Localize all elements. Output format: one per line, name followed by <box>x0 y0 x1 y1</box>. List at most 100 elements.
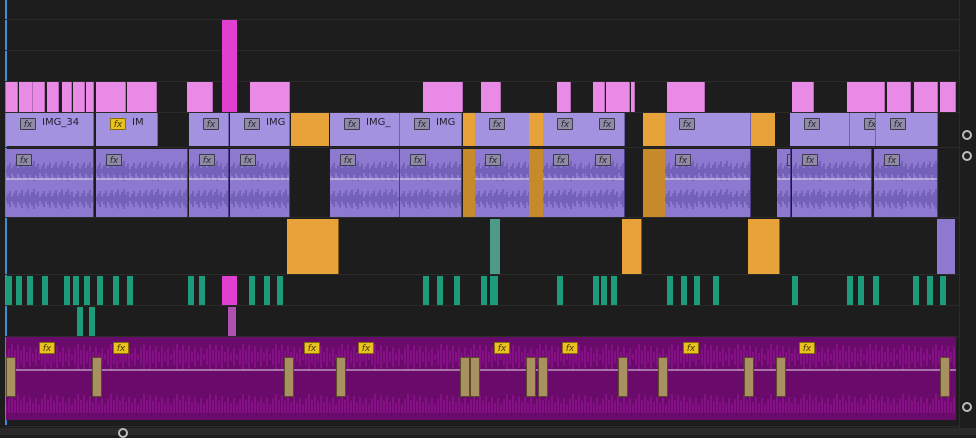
audio-clip-teal[interactable] <box>611 276 617 305</box>
audio-clip-waveform[interactable]: fx <box>585 149 625 217</box>
audio-clip-keyframed[interactable] <box>748 219 780 274</box>
audio-clip-teal[interactable] <box>437 276 443 305</box>
audio-clip-teal[interactable] <box>601 276 607 305</box>
video-clip-v3[interactable] <box>887 82 911 112</box>
video-clip-v2[interactable]: fx <box>790 113 850 146</box>
timeline-panel[interactable]: fx IMG_34 fx IM fx fx IMG fx IMG_ fx IMG fx fx fx fx fx… <box>0 0 976 438</box>
audio-clip-teal[interactable] <box>593 276 599 305</box>
video-clip-v3[interactable] <box>33 82 45 112</box>
audio-clip-teal[interactable] <box>481 276 487 305</box>
audio-clip-teal[interactable] <box>454 276 460 305</box>
transition-marker[interactable] <box>940 357 950 397</box>
video-clip-v2[interactable]: fx <box>585 113 625 146</box>
audio-clip-teal[interactable] <box>16 276 22 305</box>
audio-clip-teal[interactable] <box>249 276 255 305</box>
audio-clip-teal[interactable] <box>127 276 133 305</box>
audio-clip-waveform[interactable]: fx <box>230 149 290 217</box>
video-clip-v2[interactable]: fx <box>475 113 531 146</box>
transition-marker[interactable] <box>284 357 294 397</box>
horizontal-scrollbar[interactable] <box>0 428 976 438</box>
video-clip-v2[interactable]: fx IM <box>96 113 158 146</box>
audio-clip-teal[interactable] <box>557 276 563 305</box>
video-clip-v3[interactable] <box>96 82 126 112</box>
video-clip-v3[interactable] <box>557 82 571 112</box>
video-clip-magenta[interactable] <box>222 20 237 112</box>
transition-marker[interactable] <box>460 357 470 397</box>
video-clip-orange[interactable] <box>529 113 543 146</box>
audio-clip-teal[interactable] <box>84 276 90 305</box>
audio-clip-teal[interactable] <box>73 276 79 305</box>
video-clip-v3[interactable] <box>127 82 157 112</box>
circle-handle-icon[interactable] <box>962 151 972 161</box>
video-clip-v3[interactable] <box>792 82 814 112</box>
video-clip-v3[interactable] <box>940 82 956 112</box>
audio-clip-teal[interactable] <box>694 276 700 305</box>
video-clip-v3[interactable] <box>187 82 213 112</box>
circle-handle-icon[interactable] <box>962 402 972 412</box>
audio-clip-waveform[interactable]: fx <box>874 149 938 217</box>
video-clip-v3[interactable] <box>86 82 94 112</box>
transition-marker[interactable] <box>744 357 754 397</box>
audio-clip-teal[interactable] <box>490 276 498 305</box>
circle-handle-icon[interactable] <box>962 130 972 140</box>
audio-clip-waveform[interactable]: fx <box>96 149 188 217</box>
video-clip-v3[interactable] <box>481 82 501 112</box>
transition-marker[interactable] <box>658 357 668 397</box>
audio-clip-lavender[interactable] <box>937 219 955 274</box>
video-clip-v2[interactable]: fx IMG <box>230 113 290 146</box>
video-clip-v3[interactable] <box>593 82 605 112</box>
audio-clip-teal[interactable] <box>27 276 33 305</box>
audio-clip-teal[interactable] <box>681 276 687 305</box>
audio-clip-teal[interactable] <box>873 276 879 305</box>
video-clip-v3[interactable] <box>631 82 635 112</box>
transition-marker[interactable] <box>6 357 16 397</box>
audio-clip-teal[interactable] <box>667 276 673 305</box>
video-clip-orange[interactable] <box>463 113 475 146</box>
audio-clip-orange[interactable] <box>463 149 475 217</box>
audio-clip-magenta[interactable] <box>222 276 237 305</box>
audio-clip-teal[interactable] <box>77 307 83 336</box>
audio-clip-keyframed[interactable] <box>622 219 642 274</box>
audio-clip-teal[interactable] <box>97 276 103 305</box>
video-clip-orange[interactable] <box>751 113 775 146</box>
transition-marker[interactable] <box>776 357 786 397</box>
audio-clip-waveform[interactable]: fx <box>189 149 229 217</box>
video-clip-v3[interactable] <box>667 82 705 112</box>
audio-clip-teal[interactable] <box>89 307 95 336</box>
audio-clip-teal[interactable] <box>713 276 719 305</box>
transition-marker[interactable] <box>618 357 628 397</box>
audio-clip-orange[interactable] <box>643 149 665 217</box>
audio-clip-teal[interactable] <box>490 219 500 274</box>
video-clip-v3[interactable] <box>6 82 18 112</box>
vertical-scroll-region[interactable] <box>959 0 976 428</box>
audio-clip-teal[interactable] <box>940 276 946 305</box>
audio-clip-waveform[interactable]: fx <box>777 149 791 217</box>
audio-clip-waveform[interactable]: fx <box>400 149 462 217</box>
video-clip-v2[interactable]: fx <box>850 113 876 146</box>
video-clip-v3[interactable] <box>423 82 463 112</box>
video-clip-v2[interactable]: fx <box>876 113 938 146</box>
video-clip-v3[interactable] <box>62 82 72 112</box>
audio-clip-teal[interactable] <box>42 276 48 305</box>
transition-marker[interactable] <box>538 357 548 397</box>
video-clip-v3[interactable] <box>914 82 938 112</box>
audio-clip-teal[interactable] <box>423 276 429 305</box>
audio-clip-waveform[interactable]: fx <box>792 149 872 217</box>
video-clip-v3[interactable] <box>250 82 290 112</box>
transition-marker[interactable] <box>526 357 536 397</box>
video-clip-orange[interactable] <box>291 113 329 146</box>
audio-clip-teal[interactable] <box>64 276 70 305</box>
video-clip-v3[interactable] <box>73 82 85 112</box>
video-clip-orange[interactable] <box>643 113 665 146</box>
music-track-clip[interactable]: fx fx fx fx fx fx fx fx <box>6 337 956 420</box>
audio-clip-teal[interactable] <box>188 276 194 305</box>
video-clip-v2[interactable]: fx <box>543 113 587 146</box>
audio-clip-teal[interactable] <box>277 276 283 305</box>
audio-clip-teal[interactable] <box>264 276 270 305</box>
video-clip-v2[interactable]: fx IMG <box>400 113 462 146</box>
audio-clip-teal[interactable] <box>927 276 933 305</box>
video-clip-v2[interactable]: fx IMG_ <box>330 113 400 146</box>
transition-marker[interactable] <box>92 357 102 397</box>
video-clip-v3[interactable] <box>47 82 59 112</box>
audio-clip-waveform[interactable]: fx <box>665 149 751 217</box>
